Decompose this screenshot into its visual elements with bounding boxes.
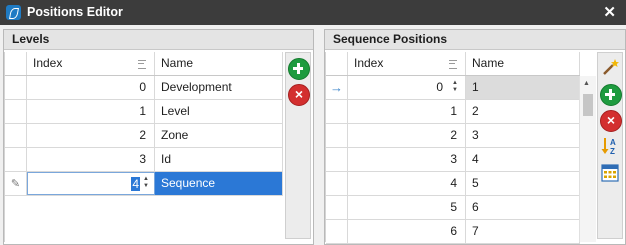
sequence-column-header-row: Index Name — [326, 52, 580, 76]
spin-down-icon[interactable]: ▼ — [143, 183, 151, 190]
name-cell[interactable]: 4 — [466, 148, 580, 171]
app-logo-icon — [6, 5, 21, 20]
filter-icon[interactable] — [138, 60, 146, 69]
add-icon[interactable] — [600, 84, 622, 106]
column-header-name[interactable]: Name — [466, 52, 580, 75]
table-row-current[interactable]: → 0 ▲ ▼ 1 — [326, 76, 580, 100]
levels-grid: Index Name 0 Development 1 Level 2 Zone … — [4, 52, 283, 242]
name-cell[interactable]: 7 — [466, 220, 580, 243]
scroll-up-icon[interactable]: ▲ — [583, 80, 590, 87]
close-button[interactable]: ✕ — [603, 3, 616, 21]
name-cell[interactable]: 2 — [466, 100, 580, 123]
sort-az-icon[interactable]: A Z — [600, 136, 620, 156]
column-header-index[interactable]: Index — [27, 52, 155, 75]
vertical-scrollbar[interactable]: ▲ — [579, 76, 596, 242]
column-header-name-label: Name — [472, 56, 505, 70]
index-cell[interactable]: 1 — [348, 100, 466, 123]
row-indicator-header — [5, 52, 27, 75]
spin-buttons[interactable]: ▲ ▼ — [452, 80, 460, 94]
row-indicator — [326, 100, 348, 123]
column-header-index[interactable]: Index — [348, 52, 466, 75]
table-row[interactable]: 2 Zone — [5, 124, 283, 148]
scroll-thumb[interactable] — [583, 94, 593, 116]
name-cell[interactable]: 1 — [466, 76, 580, 99]
index-editor-value[interactable]: 4 — [131, 177, 140, 191]
title-bar: Positions Editor ✕ — [0, 0, 626, 25]
sequence-toolbar: × A Z — [597, 52, 623, 239]
delete-icon[interactable]: × — [288, 84, 310, 106]
name-cell-selected[interactable]: Sequence — [155, 172, 283, 195]
table-row[interactable]: 0 Development — [5, 76, 283, 100]
index-cell[interactable]: 0 — [348, 76, 466, 99]
filter-icon[interactable] — [449, 60, 457, 69]
index-cell[interactable]: 1 — [27, 100, 155, 123]
row-indicator — [5, 100, 27, 123]
levels-header: Levels — [4, 30, 313, 50]
row-indicator-header — [326, 52, 348, 75]
index-cell[interactable]: 2 — [27, 124, 155, 147]
index-cell[interactable]: 2 — [348, 124, 466, 147]
index-cell[interactable]: 6 — [348, 220, 466, 243]
levels-toolbar: × — [285, 52, 311, 239]
current-row-arrow-icon: → — [326, 76, 348, 99]
row-indicator — [326, 148, 348, 171]
name-cell[interactable]: 5 — [466, 172, 580, 195]
sequence-positions-panel: Sequence Positions Index Name → 0 ▲ ▼ 1 … — [324, 29, 626, 245]
name-cell[interactable]: Id — [155, 148, 283, 171]
table-row[interactable]: 6 7 — [326, 220, 580, 244]
row-indicator — [5, 76, 27, 99]
column-header-name-label: Name — [161, 56, 194, 70]
index-cell[interactable]: 3 — [27, 148, 155, 171]
table-row[interactable]: 2 3 — [326, 124, 580, 148]
row-indicator — [326, 220, 348, 243]
index-spin-editor[interactable]: 4 ▲ ▼ — [27, 172, 155, 195]
table-row[interactable]: 4 5 — [326, 172, 580, 196]
row-indicator — [326, 196, 348, 219]
row-indicator — [5, 124, 27, 147]
svg-text:A: A — [610, 138, 616, 147]
spin-up-icon[interactable]: ▲ — [452, 80, 460, 87]
delete-icon[interactable]: × — [600, 110, 622, 132]
pencil-icon: ✎ — [10, 178, 21, 190]
table-row[interactable]: 1 2 — [326, 100, 580, 124]
table-row[interactable]: 5 6 — [326, 196, 580, 220]
name-cell[interactable]: Zone — [155, 124, 283, 147]
calculator-grid-icon[interactable] — [600, 163, 620, 183]
name-cell[interactable]: 6 — [466, 196, 580, 219]
column-header-index-label: Index — [33, 56, 63, 70]
index-cell[interactable]: 0 — [27, 76, 155, 99]
add-icon[interactable] — [288, 58, 310, 80]
magic-wand-icon[interactable] — [600, 57, 620, 77]
index-cell[interactable]: 5 — [348, 196, 466, 219]
svg-text:Z: Z — [610, 147, 615, 156]
name-cell[interactable]: Development — [155, 76, 283, 99]
name-cell[interactable]: 3 — [466, 124, 580, 147]
index-cell[interactable]: 4 — [348, 172, 466, 195]
spin-buttons[interactable]: ▲ ▼ — [143, 176, 151, 190]
spin-up-icon[interactable]: ▲ — [143, 176, 151, 183]
editing-row[interactable]: ✎ 4 ▲ ▼ Sequence — [5, 172, 283, 196]
table-row[interactable]: 1 Level — [5, 100, 283, 124]
row-indicator: ✎ — [5, 172, 27, 195]
row-indicator — [326, 172, 348, 195]
sequence-header: Sequence Positions — [325, 30, 625, 50]
levels-column-header-row: Index Name — [5, 52, 283, 76]
column-header-index-label: Index — [354, 56, 384, 70]
row-indicator — [326, 124, 348, 147]
table-row[interactable]: 3 Id — [5, 148, 283, 172]
window-title: Positions Editor — [27, 5, 123, 19]
index-cell[interactable]: 3 — [348, 148, 466, 171]
spin-down-icon[interactable]: ▼ — [452, 87, 460, 94]
name-cell[interactable]: Level — [155, 100, 283, 123]
column-header-name[interactable]: Name — [155, 52, 283, 75]
row-indicator — [5, 148, 27, 171]
sequence-grid: Index Name → 0 ▲ ▼ 1 1 2 2 3 3 4 4 5 5 6… — [325, 52, 596, 244]
levels-panel: Levels Index Name 0 Development 1 Level … — [3, 29, 314, 245]
table-row[interactable]: 3 4 — [326, 148, 580, 172]
